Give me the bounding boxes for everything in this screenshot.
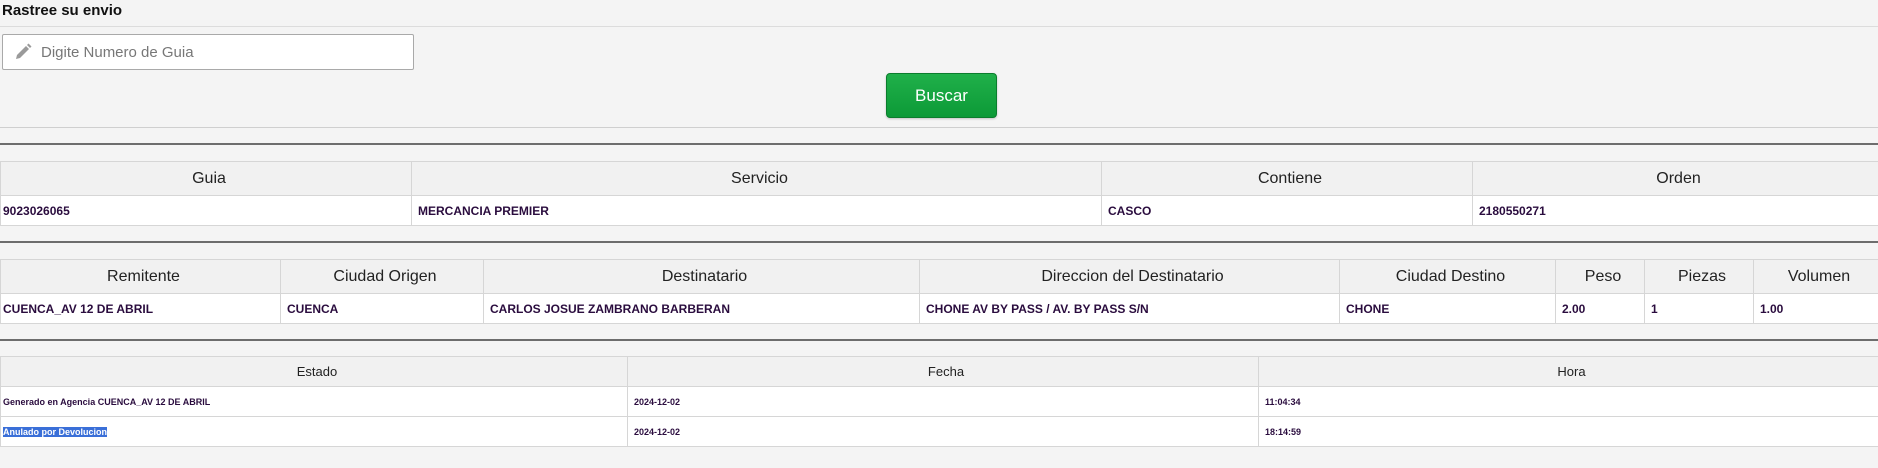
column-header-contiene: Contiene — [1101, 161, 1473, 196]
selected-estado-text: Anulado por Devolucion — [3, 426, 108, 437]
column-header-estado: Estado — [0, 356, 628, 387]
cell-estado: Generado en Agencia CUENCA_AV 12 DE ABRI… — [0, 386, 628, 417]
cell-volumen: 1.00 — [1753, 293, 1878, 324]
column-header-direccion: Direccion del Destinatario — [919, 259, 1340, 294]
column-header-volumen: Volumen — [1753, 259, 1878, 294]
cell-hora: 18:14:59 — [1258, 416, 1878, 447]
column-header-orden: Orden — [1472, 161, 1878, 196]
pencil-icon — [16, 43, 32, 59]
cell-hora: 11:04:34 — [1258, 386, 1878, 417]
column-header-remitente: Remitente — [0, 259, 281, 294]
cell-fecha: 2024-12-02 — [627, 386, 1259, 417]
cell-peso: 2.00 — [1555, 293, 1645, 324]
column-header-guia: Guia — [0, 161, 412, 196]
divider — [0, 143, 1878, 145]
divider — [0, 127, 1878, 128]
table-row: Generado en Agencia CUENCA_AV 12 DE ABRI… — [0, 386, 1878, 417]
buscar-button[interactable]: Buscar — [886, 73, 997, 118]
cell-orden: 2180550271 — [1472, 195, 1878, 226]
cell-fecha: 2024-12-02 — [627, 416, 1259, 447]
column-header-hora: Hora — [1258, 356, 1878, 387]
cell-contiene: CASCO — [1101, 195, 1473, 226]
cell-destinatario: CARLOS JOSUE ZAMBRANO BARBERAN — [483, 293, 920, 324]
tracking-table: Estado Fecha Hora Generado en Agencia CU… — [0, 356, 1878, 447]
column-header-fecha: Fecha — [627, 356, 1259, 387]
cell-remitente: CUENCA_AV 12 DE ABRIL — [0, 293, 281, 324]
table-header-row: Remitente Ciudad Origen Destinatario Dir… — [0, 259, 1878, 294]
column-header-destinatario: Destinatario — [483, 259, 920, 294]
cell-servicio: MERCANCIA PREMIER — [411, 195, 1102, 226]
column-header-ciudad-origen: Ciudad Origen — [280, 259, 484, 294]
details-table: Remitente Ciudad Origen Destinatario Dir… — [0, 259, 1878, 324]
column-header-ciudad-destino: Ciudad Destino — [1339, 259, 1556, 294]
cell-guia: 9023026065 — [0, 195, 412, 226]
table-row: Anulado por Devolucion 2024-12-02 18:14:… — [0, 416, 1878, 447]
cell-piezas: 1 — [1644, 293, 1754, 324]
divider — [0, 26, 1878, 27]
table-header-row: Estado Fecha Hora — [0, 356, 1878, 387]
cell-ciudad-destino: CHONE — [1339, 293, 1556, 324]
guia-search-field[interactable] — [2, 34, 414, 70]
table-row: 9023026065 MERCANCIA PREMIER CASCO 21805… — [0, 195, 1878, 226]
page-title: Rastree su envio — [2, 2, 123, 19]
table-header-row: Guia Servicio Contiene Orden — [0, 161, 1878, 196]
column-header-peso: Peso — [1555, 259, 1645, 294]
guia-search-input[interactable] — [41, 43, 401, 61]
divider — [0, 241, 1878, 243]
table-row: CUENCA_AV 12 DE ABRIL CUENCA CARLOS JOSU… — [0, 293, 1878, 324]
cell-estado: Anulado por Devolucion — [0, 416, 628, 447]
divider — [0, 339, 1878, 341]
column-header-servicio: Servicio — [411, 161, 1102, 196]
cell-direccion: CHONE AV BY PASS / AV. BY PASS S/N — [919, 293, 1340, 324]
cell-ciudad-origen: CUENCA — [280, 293, 484, 324]
shipment-table: Guia Servicio Contiene Orden 9023026065 … — [0, 161, 1878, 226]
column-header-piezas: Piezas — [1644, 259, 1754, 294]
